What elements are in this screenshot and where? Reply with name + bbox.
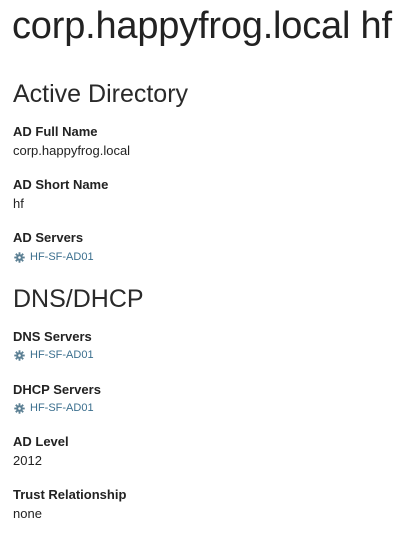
gear-icon [14, 402, 25, 414]
trust-relationship-label: Trust Relationship [13, 487, 127, 502]
section-heading-dns-dhcp: DNS/DHCP [13, 285, 144, 313]
ad-full-name-value: corp.happyfrog.local [13, 143, 131, 158]
dns-server-label: HF-SF-AD01 [30, 349, 94, 361]
ad-server-label: HF-SF-AD01 [30, 251, 94, 263]
trust-relationship-value: none [13, 506, 42, 521]
ad-short-name-value: hf [13, 196, 24, 211]
ad-level-value: 2012 [13, 453, 42, 468]
ad-full-name-label: AD Full Name [13, 124, 98, 139]
dhcp-server-link[interactable]: HF-SF-AD01 [14, 401, 94, 415]
ad-servers-label: AD Servers [13, 230, 84, 245]
dns-server-link[interactable]: HF-SF-AD01 [14, 348, 94, 362]
page: corp.happyfrog.local hf Active Directory… [0, 0, 398, 536]
gear-icon [14, 349, 25, 361]
dns-servers-label: DNS Servers [13, 329, 92, 344]
gear-icon [14, 251, 25, 263]
ad-short-name-label: AD Short Name [13, 177, 109, 192]
ad-level-label: AD Level [13, 434, 69, 449]
page-title: corp.happyfrog.local hf [12, 5, 392, 47]
dhcp-server-label: HF-SF-AD01 [30, 402, 94, 414]
section-heading-active-directory: Active Directory [13, 80, 189, 108]
ad-server-link[interactable]: HF-SF-AD01 [14, 250, 94, 264]
dhcp-servers-label: DHCP Servers [13, 382, 101, 397]
